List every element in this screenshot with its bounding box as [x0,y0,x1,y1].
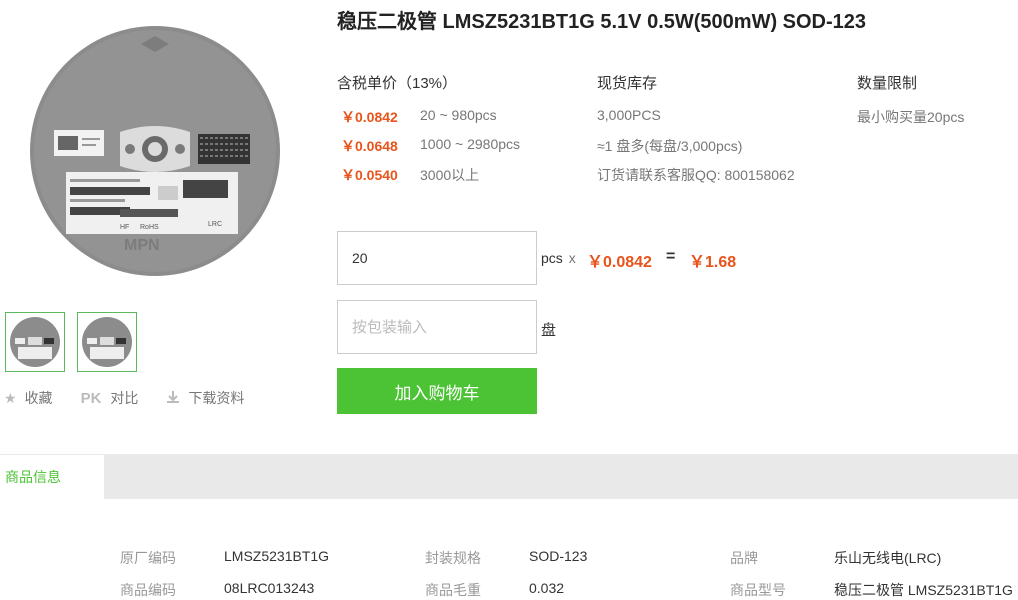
favorite-label: 收藏 [24,390,53,406]
compare-label: 对比 [110,390,139,406]
star-icon: ★ [4,389,17,406]
quantity-input[interactable] [337,231,537,285]
tier-price-3: ￥0.0540 [341,167,398,183]
product-thumbnail-1[interactable] [5,312,65,372]
product-main-image: HF RoHS LRC MPN [28,24,282,278]
thumbnail-image [10,317,60,367]
stock-contact: 订货请联系客服QQ: 800158062 [597,167,795,183]
spec-label-model: 商品型号 [730,582,786,598]
spec-value-part-number: LMSZ5231BT1G [224,548,330,564]
svg-text:RoHS: RoHS [140,224,159,231]
tab-product-info[interactable]: 商品信息 [0,454,104,499]
tier-range-3: 3000以上 [420,167,480,183]
favorite-button[interactable]: ★ 收藏 [4,388,53,408]
download-icon [166,390,180,407]
stock-quantity: 3,000PCS [597,107,661,123]
price-header: 含税单价（13%） [337,75,458,92]
tier-price-2: ￥0.0648 [341,138,398,154]
spec-value-weight: 0.032 [529,580,565,596]
equals-sign: = [666,248,676,265]
stock-header: 现货库存 [597,75,658,92]
spec-label-package: 封装规格 [425,550,481,566]
tab-bar [0,454,1018,499]
spec-value-product-code: 08LRC013243 [224,580,315,596]
spec-value-model: 稳压二极管 LMSZ5231BT1G [834,582,1013,598]
stock-reels: ≈1 盘多(每盘/3,000pcs) [597,138,743,154]
spec-value-package: SOD-123 [529,548,588,564]
pk-icon: PK [80,389,102,407]
svg-text:MPN: MPN [124,237,160,254]
quantity-unit: pcs x [541,250,576,266]
spec-label-product-code: 商品编码 [120,582,176,598]
unit-pcs: pcs [541,250,563,266]
spec-value-brand: 乐山无线电(LRC) [834,550,942,566]
tier-range-2: 1000 ~ 2980pcs [420,136,521,152]
spec-label-weight: 商品毛重 [425,582,481,598]
tier-range-1: 20 ~ 980pcs [420,107,497,123]
package-input[interactable] [337,300,537,354]
total-price: ￥1.68 [689,254,737,271]
package-unit: 盘 [541,322,557,339]
thumbnail-image [82,317,132,367]
download-label: 下载资料 [188,390,245,406]
compare-button[interactable]: PK 对比 [81,388,139,408]
download-button[interactable]: 下载资料 [166,388,244,408]
min-order: 最小购买量20pcs [857,109,965,125]
times-sign: x [568,250,576,266]
svg-text:LRC: LRC [208,221,222,228]
product-actions: ★ 收藏 PK 对比 下载资料 [4,388,272,408]
spec-label-brand: 品牌 [730,550,758,566]
limit-header: 数量限制 [857,75,918,92]
calc-unit-price: ￥0.0842 [587,254,652,271]
product-title: 稳压二极管 LMSZ5231BT1G 5.1V 0.5W(500mW) SOD-… [337,11,867,33]
svg-text:HF: HF [120,224,129,231]
add-to-cart-button[interactable]: 加入购物车 [337,368,537,414]
product-thumbnail-2[interactable] [77,312,137,372]
spec-label-part-number: 原厂编码 [120,550,176,566]
tier-price-1: ￥0.0842 [341,109,398,125]
